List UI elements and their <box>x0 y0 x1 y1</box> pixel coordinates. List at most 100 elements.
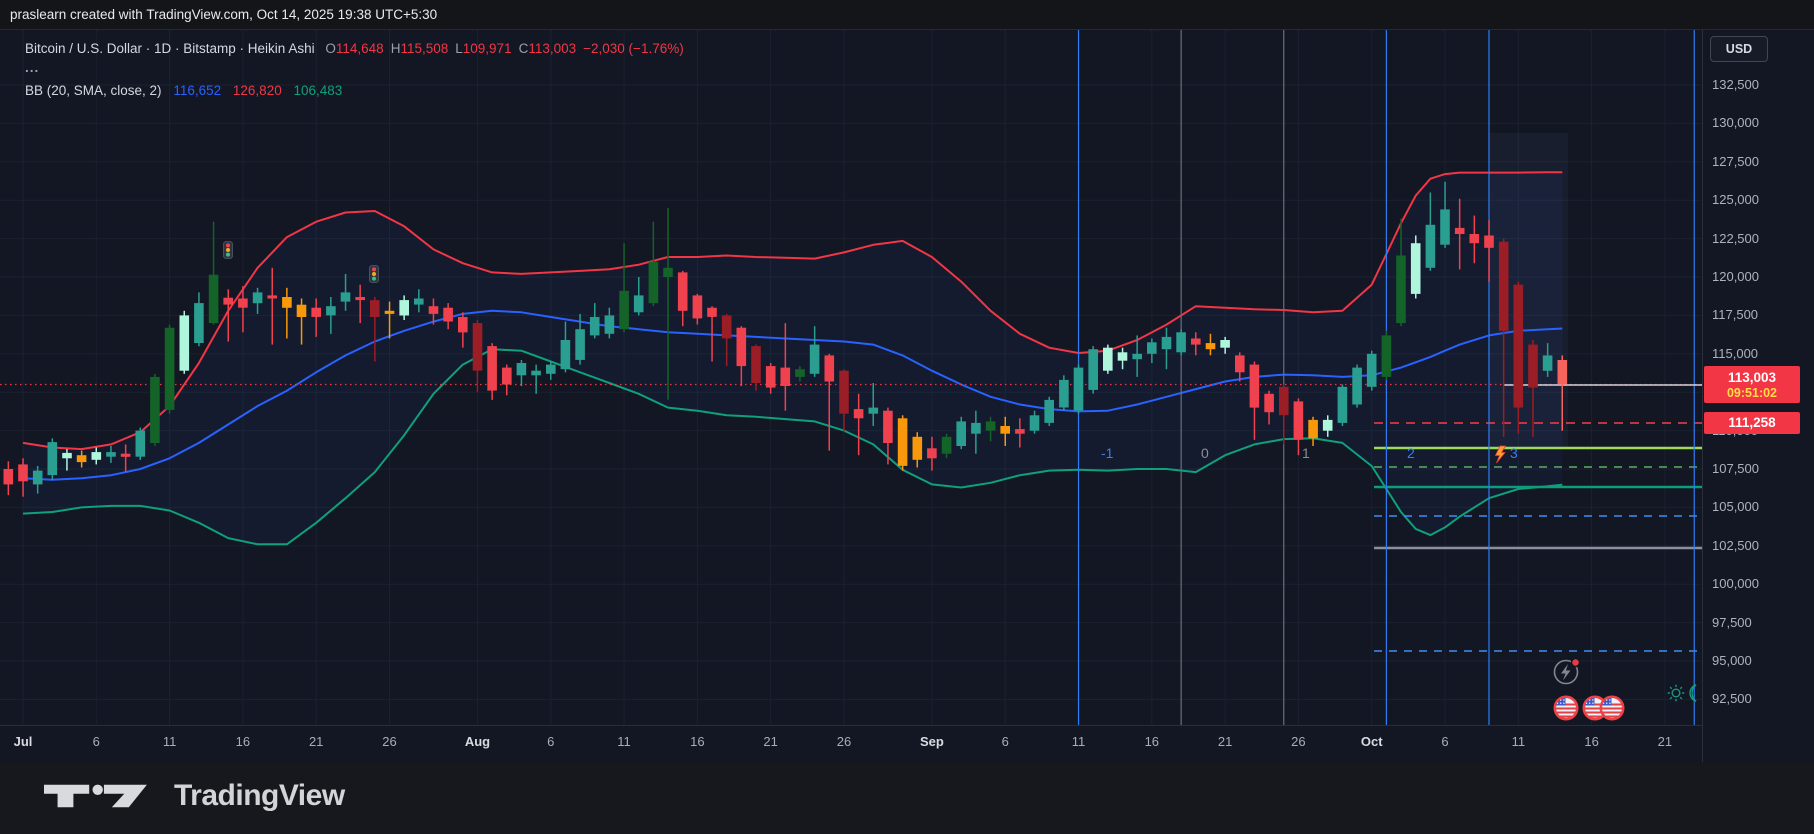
tradingview-logo[interactable]: TradingView <box>44 779 345 813</box>
price-tick-label: 125,000 <box>1712 191 1759 209</box>
bb-lower-value: 106,483 <box>293 83 342 98</box>
candle-body <box>1162 337 1172 349</box>
time-tick-label: 21 <box>1218 734 1232 749</box>
time-tick-label: 11 <box>163 734 177 749</box>
price-tick-label: 127,500 <box>1712 153 1759 171</box>
credit-bar: praslearn created with TradingView.com, … <box>0 0 1814 30</box>
traffic-light-emoji-marker[interactable] <box>224 242 233 259</box>
price-tick-label: 130,000 <box>1712 114 1759 132</box>
price-tick-label: 97,500 <box>1712 614 1752 632</box>
candle-body <box>1308 420 1318 438</box>
candle-body <box>1323 420 1333 431</box>
candle-body <box>1220 340 1230 348</box>
us-flag-event-icon[interactable] <box>1601 697 1623 719</box>
candle-body <box>839 371 849 414</box>
symbol-title[interactable]: Bitcoin / U.S. Dollar · 1D · Bitstamp · … <box>25 41 315 56</box>
candle-body <box>913 437 923 460</box>
time-tick-label: 11 <box>617 734 631 749</box>
chart-plot-area[interactable]: -10123 Bitcoin / U.S. Dollar · 1D · Bits… <box>0 30 1702 725</box>
candle-body <box>458 317 468 332</box>
time-tick-label: Oct <box>1361 734 1383 749</box>
candle-body <box>223 298 233 305</box>
chart-canvas[interactable]: -10123 <box>0 30 1702 725</box>
candle-body <box>33 471 43 485</box>
candle-body <box>869 408 879 414</box>
candle-body <box>311 308 321 317</box>
candle-body <box>1191 339 1201 345</box>
candle-body <box>1103 348 1113 371</box>
candle-body <box>971 423 981 434</box>
candle-wick <box>330 297 332 334</box>
ohlc-letter: L <box>455 41 463 56</box>
time-tick-label: 11 <box>1072 734 1086 749</box>
candle-wick <box>242 286 244 332</box>
price-tick-label: 107,500 <box>1712 460 1759 478</box>
price-axis[interactable]: 92,50095,00097,500100,000102,500105,0001… <box>1702 30 1814 762</box>
candle-body <box>781 368 791 386</box>
candle-body <box>546 365 556 374</box>
candle-body <box>385 311 395 314</box>
candle-body <box>795 369 805 377</box>
legend: Bitcoin / U.S. Dollar · 1D · Bitstamp · … <box>25 38 684 102</box>
candle-body <box>297 305 307 317</box>
candle-body <box>707 308 717 317</box>
candle-body <box>77 455 87 462</box>
indicator-more-button[interactable]: ... <box>25 60 684 80</box>
candle-body <box>502 368 512 385</box>
candle-body <box>1367 354 1377 387</box>
ohlc-value: 109,971 <box>463 41 512 56</box>
candle-body <box>575 329 585 360</box>
tradingview-chart-app: { "header": { "credit": "praslearn creat… <box>0 0 1814 834</box>
candle-wick <box>359 285 361 323</box>
time-tick-label: 16 <box>236 734 250 749</box>
candle-body <box>209 275 219 323</box>
currency-toggle-button[interactable]: USD <box>1710 36 1768 62</box>
candle-wick <box>535 365 537 394</box>
candle-body <box>825 355 835 381</box>
candle-body <box>1176 332 1186 352</box>
symbol-row: Bitcoin / U.S. Dollar · 1D · Bitstamp · … <box>25 38 684 60</box>
bb-indicator-label[interactable]: BB (20, SMA, close, 2) <box>25 83 162 98</box>
candle-body <box>1470 234 1480 243</box>
time-axis[interactable]: Jul611162126Aug611162126Sep611162126Oct6… <box>0 725 1702 762</box>
cycle-label-2: 2 <box>1407 445 1415 461</box>
candle-body <box>1044 400 1054 423</box>
candle-body <box>1132 354 1142 359</box>
candle-body <box>92 452 102 460</box>
candle-body <box>854 409 864 418</box>
time-tick-label: 21 <box>763 734 777 749</box>
time-tick-label: 16 <box>1145 734 1159 749</box>
candle-body <box>517 363 527 375</box>
candle-body <box>1206 343 1216 349</box>
time-tick-label: 16 <box>1584 734 1598 749</box>
ohlc-value: 114,648 <box>336 41 384 56</box>
candle-body <box>1411 243 1421 294</box>
time-tick-label: Aug <box>465 734 490 749</box>
candle-wick <box>1488 220 1490 281</box>
candle-body <box>1015 429 1025 434</box>
candle-wick <box>286 288 288 339</box>
candle-body <box>429 306 439 314</box>
last-price-value: 113,003 <box>1704 366 1800 386</box>
candle-body <box>605 315 615 333</box>
us-flag-event-icon[interactable] <box>1555 697 1577 719</box>
traffic-light-emoji-marker[interactable] <box>370 266 379 283</box>
candle-body <box>1499 242 1509 331</box>
alert-price-label[interactable]: 111,258 <box>1704 412 1800 434</box>
footer-bar: TradingView <box>0 762 1814 834</box>
candle-body <box>48 442 58 475</box>
candle-wick <box>315 299 317 337</box>
candle-body <box>1294 401 1304 439</box>
time-tick-label: Jul <box>14 734 33 749</box>
candle-body <box>956 421 966 446</box>
candle-body <box>399 300 409 315</box>
cycle-label-1: 1 <box>1302 445 1310 461</box>
candle-wick <box>66 449 68 471</box>
candle-body <box>1074 368 1084 411</box>
time-tick-label: 26 <box>382 734 396 749</box>
bar-countdown: 09:51:02 <box>1704 386 1800 403</box>
candle-body <box>751 346 761 383</box>
candle-body <box>1338 387 1348 423</box>
candle-body <box>1543 355 1553 370</box>
candle-body <box>1396 256 1406 324</box>
